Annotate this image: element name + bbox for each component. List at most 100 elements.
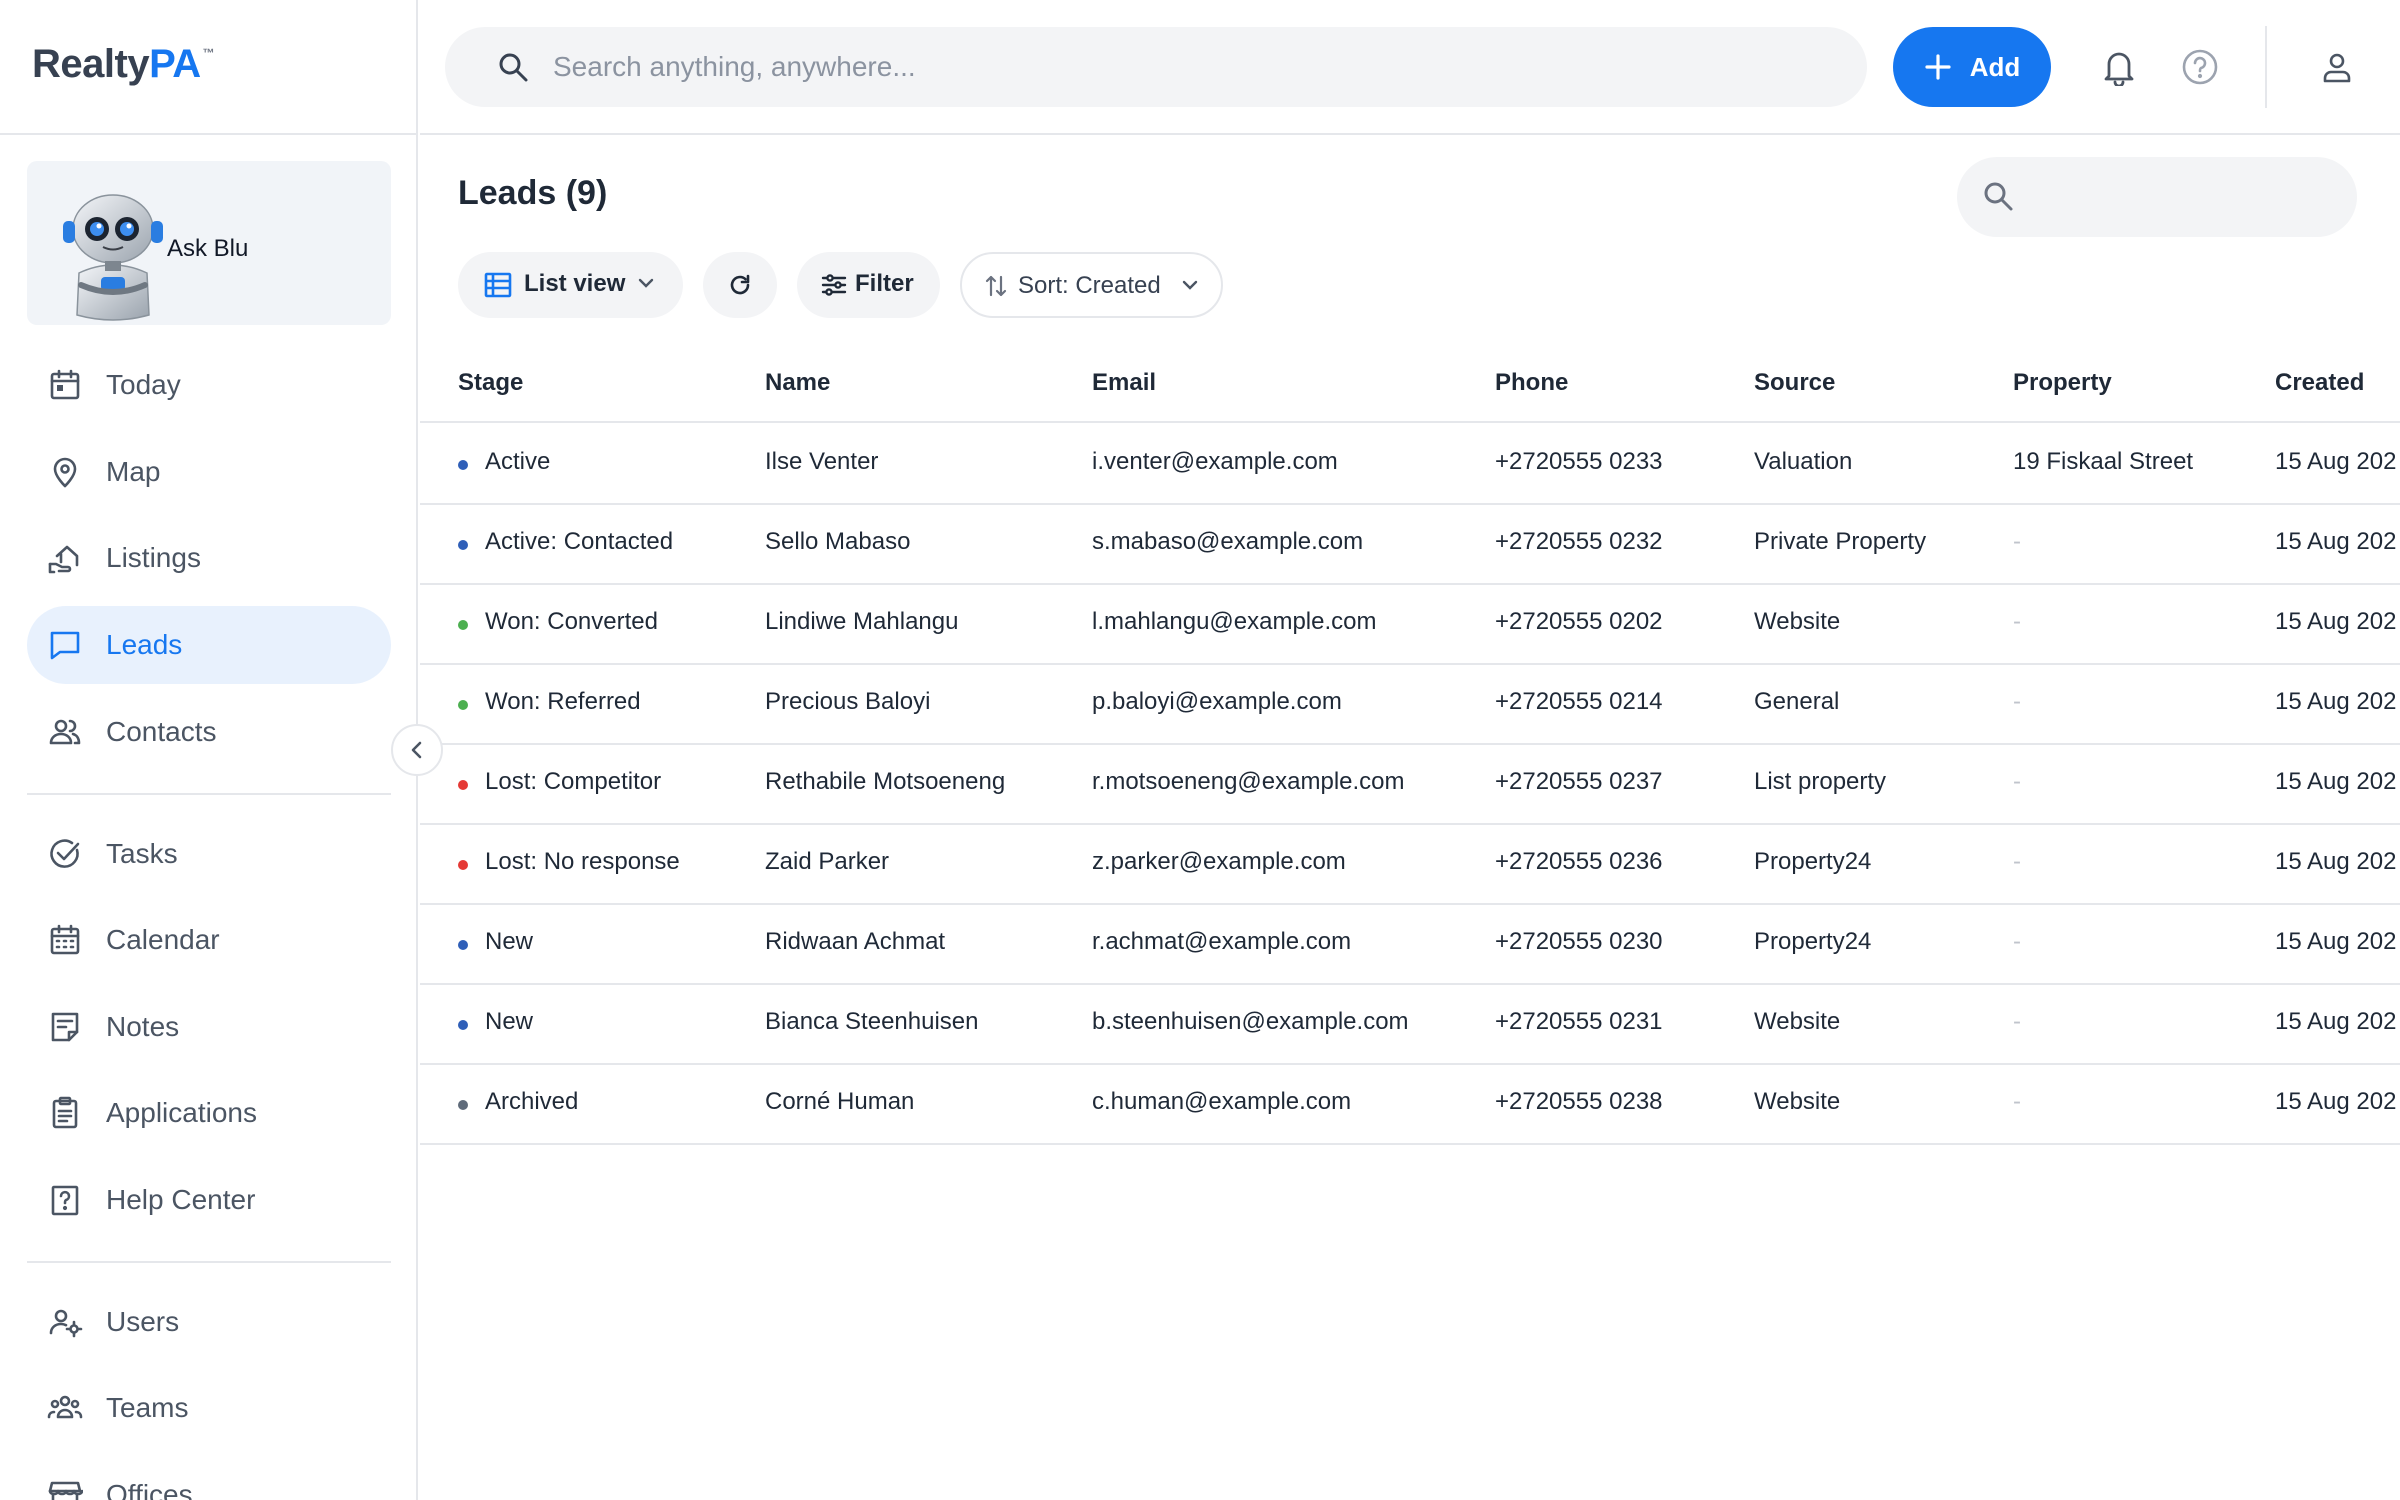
sort-arrows-icon [985, 275, 1007, 297]
cell-email: i.venter@example.com [1092, 448, 1338, 475]
sort-dropdown[interactable]: Sort: Created [960, 252, 1223, 318]
sidebar-item-notes[interactable]: Notes [27, 988, 391, 1066]
column-header-name[interactable]: Name [765, 369, 830, 397]
users-icon [49, 719, 81, 745]
cell-property: - [2013, 1008, 2021, 1035]
sliders-icon [821, 274, 847, 296]
cell-phone: +2720555 0236 [1495, 848, 1663, 875]
cell-name: Ilse Venter [765, 448, 879, 475]
bell-icon[interactable] [2101, 48, 2137, 86]
cell-name: Lindiwe Mahlangu [765, 608, 959, 635]
column-header-phone[interactable]: Phone [1495, 369, 1568, 397]
sidebar-item-label: Help Center [106, 1184, 256, 1215]
leads-search[interactable] [1957, 157, 2357, 237]
collapse-sidebar-button[interactable] [391, 724, 443, 776]
cell-email: z.parker@example.com [1092, 848, 1346, 875]
cell-stage: Won: Referred [485, 688, 641, 715]
refresh-button[interactable] [703, 252, 777, 318]
sidebar-item-label: Contacts [106, 716, 217, 747]
cell-email: c.human@example.com [1092, 1088, 1352, 1115]
table-row[interactable]: Won: Converted Lindiwe Mahlangu l.mahlangu… [420, 585, 2400, 665]
sidebar-item-label: Map [106, 456, 161, 487]
stage-status-dot [458, 700, 468, 710]
cell-phone: +2720555 0230 [1495, 928, 1663, 955]
cell-source: Private Property [1754, 528, 1927, 555]
clipboard-icon [52, 1096, 78, 1129]
cell-property: - [2013, 688, 2021, 715]
store-icon [48, 1481, 83, 1500]
cell-stage: Active: Contacted [485, 528, 674, 555]
cell-property: - [2013, 768, 2021, 795]
cell-phone: +2720555 0233 [1495, 448, 1663, 475]
table-row[interactable]: New Bianca Steenhuisen b.steenhuisen@examp… [420, 985, 2400, 1065]
table-row[interactable]: Active: Contacted Sello Mabaso s.mabaso@ex… [420, 505, 2400, 585]
list-view-dropdown[interactable]: List view [458, 252, 683, 318]
sidebar-item-users[interactable]: Users [27, 1283, 391, 1361]
table-row[interactable]: Archived Corné Human c.human@example.com +2… [420, 1065, 2400, 1145]
sidebar-item-tasks[interactable]: Tasks [27, 815, 391, 893]
stage-status-dot [458, 620, 468, 630]
sidebar-item-calendar[interactable]: Calendar [27, 901, 391, 979]
table-row[interactable]: Won: Referred Precious Baloyi p.baloyi@exa… [420, 665, 2400, 745]
cell-name: Sello Mabaso [765, 528, 911, 555]
table-row[interactable]: Active Ilse Venter i.venter@example.com +27… [420, 425, 2400, 505]
table-row[interactable]: Lost: No response Zaid Parker z.parker@exa… [420, 825, 2400, 905]
global-search[interactable] [445, 27, 1867, 107]
filter-button[interactable]: Filter [797, 252, 940, 318]
sidebar-item-leads[interactable]: Leads [27, 606, 391, 684]
cell-phone: +2720555 0237 [1495, 768, 1663, 795]
logo-text-main: Realty [32, 42, 150, 86]
logo-text-accent: PA [149, 42, 201, 86]
stage-status-dot [458, 780, 468, 790]
table-header: Stage Name Email Phone Source Property C… [420, 357, 2400, 423]
cell-source: Website [1754, 608, 1841, 635]
cell-source: List property [1754, 768, 1887, 795]
search-icon [1984, 182, 2013, 211]
sidebar-item-label: Tasks [106, 838, 178, 869]
chat-bubble-icon [50, 631, 80, 660]
add-button-label: Add [1969, 51, 2021, 82]
column-header-email[interactable]: Email [1092, 369, 1156, 397]
sort-label: Sort: Created [1018, 272, 1161, 299]
table-row[interactable]: Lost: Competitor Rethabile Motsoeneng r.mo… [420, 745, 2400, 825]
cell-email: r.achmat@example.com [1092, 928, 1352, 955]
column-header-property[interactable]: Property [2013, 369, 2112, 397]
app-logo[interactable]: Realty PA ™ [32, 42, 215, 92]
cell-created: 15 Aug 202 [2275, 528, 2397, 555]
sidebar-item-label: Users [106, 1306, 180, 1337]
ask-blu-button[interactable]: Ask Blu [27, 161, 391, 325]
global-search-input[interactable] [553, 41, 1833, 93]
sidebar-item-label: Leads [106, 629, 183, 660]
column-header-source[interactable]: Source [1754, 369, 1835, 397]
sidebar-item-listings[interactable]: Listings [27, 519, 391, 597]
cell-phone: +2720555 0232 [1495, 528, 1663, 555]
sidebar-item-map[interactable]: Map [27, 433, 391, 511]
calendar-day-icon [50, 369, 80, 400]
cell-created: 15 Aug 202 [2275, 1008, 2397, 1035]
help-icon[interactable] [2181, 48, 2219, 86]
sidebar-item-contacts[interactable]: Contacts [27, 693, 391, 771]
cell-email: b.steenhuisen@example.com [1092, 1008, 1409, 1035]
page-title: Leads (9) [458, 174, 608, 212]
sidebar-item-offices[interactable]: Offices [27, 1456, 391, 1500]
stage-status-dot [458, 1100, 468, 1110]
chevron-left-icon [411, 741, 422, 759]
chevron-down-icon [1182, 280, 1198, 290]
cell-property: - [2013, 528, 2021, 555]
cell-name: Corné Human [765, 1088, 915, 1115]
sidebar-item-applications[interactable]: Applications [27, 1074, 391, 1152]
add-button[interactable]: Add [1893, 27, 2051, 107]
column-header-created[interactable]: Created [2275, 369, 2364, 397]
user-profile-icon[interactable] [2320, 50, 2354, 84]
cell-property: - [2013, 1088, 2021, 1115]
column-header-stage[interactable]: Stage [458, 369, 523, 397]
cell-stage: Archived [485, 1088, 579, 1115]
sidebar-item-label: Calendar [106, 924, 220, 955]
sidebar-item-today[interactable]: Today [27, 346, 391, 424]
cell-stage: Lost: Competitor [485, 768, 662, 795]
table-row[interactable]: New Ridwaan Achmat r.achmat@example.com +27… [420, 905, 2400, 985]
sidebar-item-teams[interactable]: Teams [27, 1369, 391, 1447]
cell-created: 15 Aug 202 [2275, 928, 2397, 955]
sidebar-item-label: Listings [106, 542, 201, 573]
sidebar-item-help-center[interactable]: Help Center [27, 1161, 391, 1239]
